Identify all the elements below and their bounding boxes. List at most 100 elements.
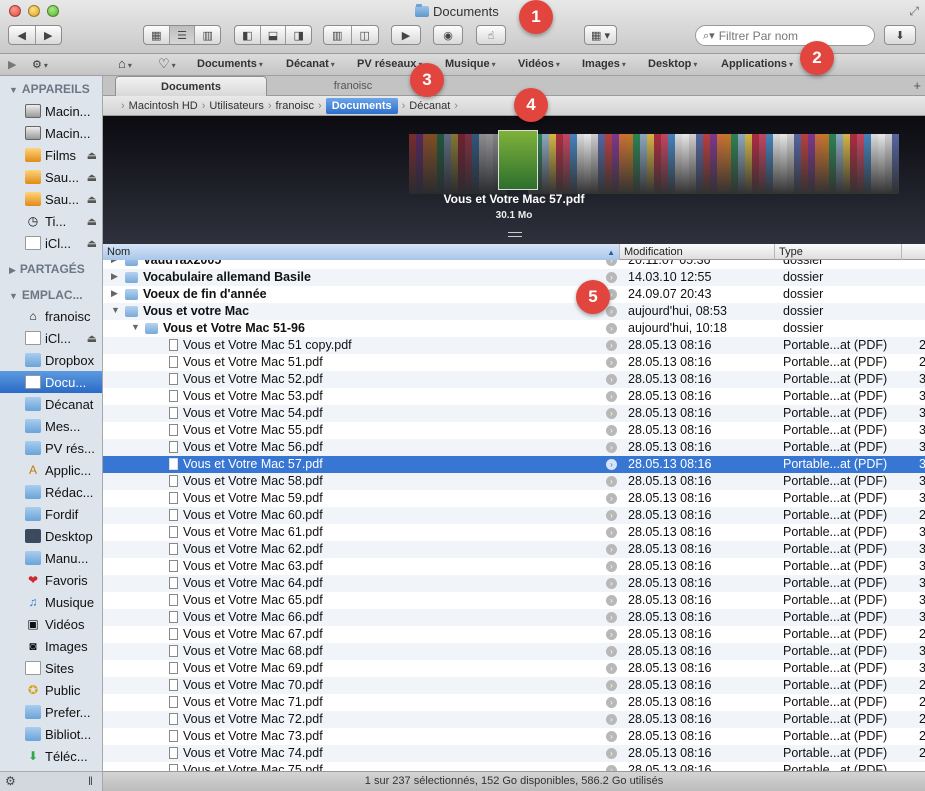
sidebar-item-icloud-device[interactable]: iCl... ⏏	[0, 232, 102, 254]
table-row[interactable]: ▶ Voeux de fin d'année › 24.09.07 20:43 doss…	[103, 286, 925, 303]
sidebar-item-mes[interactable]: Mes...	[0, 415, 102, 437]
table-row[interactable]: Vous et Votre Mac 53.pdf › 28.05.13 08:16 P…	[103, 388, 925, 405]
breadcrumb-item[interactable]: › Décanat ›	[398, 100, 462, 112]
column-header-modified[interactable]: Modification	[620, 244, 775, 260]
reveal-arrow-icon[interactable]: ›	[606, 391, 617, 402]
search-input[interactable]	[718, 28, 859, 43]
dual-pane-button[interactable]: ◫	[352, 26, 379, 44]
sidebar-section-shared[interactable]: ▶ PARTAGÉS	[9, 262, 85, 276]
disclosure-open-icon[interactable]: ▼	[111, 305, 120, 315]
fav-item-pv-reseaux[interactable]: PV réseaux▾	[357, 58, 422, 70]
table-row[interactable]: Vous et Votre Mac 67.pdf › 28.05.13 08:16 P…	[103, 626, 925, 643]
table-row[interactable]: ▶ Vocabulaire allemand Basile › 14.03.10 12…	[103, 269, 925, 286]
reveal-arrow-icon[interactable]: ›	[606, 476, 617, 487]
sidebar-item-decanat[interactable]: Décanat	[0, 393, 102, 415]
table-row[interactable]: ▶ VaudTax2005 › 20.11.07 05:36 dossier	[103, 260, 925, 269]
table-row[interactable]: Vous et Votre Mac 51 copy.pdf › 28.05.13 0…	[103, 337, 925, 354]
reveal-arrow-icon[interactable]: ›	[606, 493, 617, 504]
table-row[interactable]: Vous et Votre Mac 52.pdf › 28.05.13 08:16 P…	[103, 371, 925, 388]
reveal-arrow-icon[interactable]: ›	[606, 459, 617, 470]
coverflow-preview[interactable]: Vous et Votre Mac 57.pdf 30.1 Mo	[103, 116, 925, 244]
resize-grip-icon[interactable]	[508, 232, 522, 237]
table-row[interactable]: Vous et Votre Mac 60.pdf › 28.05.13 08:16 P…	[103, 507, 925, 524]
disclosure-closed-icon[interactable]: ▶	[111, 288, 118, 299]
icon-view-button[interactable]: ▦	[144, 26, 170, 44]
sidebar-item-dropbox[interactable]: Dropbox	[0, 349, 102, 371]
reveal-arrow-icon[interactable]: ›	[606, 306, 617, 317]
reveal-arrow-icon[interactable]: ›	[606, 408, 617, 419]
breadcrumb-item[interactable]: › franoisc ›	[264, 100, 326, 112]
table-row[interactable]: Vous et Votre Mac 61.pdf › 28.05.13 08:16 P…	[103, 524, 925, 541]
table-row[interactable]: Vous et Votre Mac 59.pdf › 28.05.13 08:16 P…	[103, 490, 925, 507]
action-button[interactable]: ☝	[476, 25, 506, 45]
reveal-arrow-icon[interactable]: ›	[606, 425, 617, 436]
fav-item-images[interactable]: Images ▾	[582, 58, 626, 70]
search-field[interactable]: ⌕▾	[695, 25, 875, 46]
table-row[interactable]: Vous et Votre Mac 62.pdf › 28.05.13 08:16 P…	[103, 541, 925, 558]
back-button[interactable]: ◀	[9, 26, 36, 44]
reveal-arrow-icon[interactable]: ›	[606, 748, 617, 759]
table-row[interactable]: Vous et Votre Mac 56.pdf › 28.05.13 08:16 P…	[103, 439, 925, 456]
reveal-arrow-icon[interactable]: ›	[606, 612, 617, 623]
table-row[interactable]: ▼ Vous et Votre Mac 51-96 › aujourd'hui, 10…	[103, 320, 925, 337]
reveal-arrow-icon[interactable]: ›	[606, 357, 617, 368]
table-row[interactable]: Vous et Votre Mac 55.pdf › 28.05.13 08:16 P…	[103, 422, 925, 439]
breadcrumb-item-current[interactable]: Documents	[325, 97, 398, 114]
table-row[interactable]: ▼ Vous et votre Mac › aujourd'hui, 08:53 dos…	[103, 303, 925, 320]
reveal-arrow-icon[interactable]: ›	[606, 260, 617, 266]
table-row[interactable]: Vous et Votre Mac 54.pdf › 28.05.13 08:16 P…	[103, 405, 925, 422]
table-row[interactable]: Vous et Votre Mac 51.pdf › 28.05.13 08:16 P…	[103, 354, 925, 371]
reveal-arrow-icon[interactable]: ›	[606, 442, 617, 453]
sidebar-item-icloud[interactable]: iCl... ⏏	[0, 327, 102, 349]
table-row[interactable]: Vous et Votre Mac 70.pdf › 28.05.13 08:16 P…	[103, 677, 925, 694]
column-header-extra[interactable]	[902, 244, 925, 260]
fav-item-decanat[interactable]: Décanat ▾	[286, 58, 335, 70]
coverflow-button[interactable]: ▥	[324, 26, 352, 44]
table-row[interactable]: Vous et Votre Mac 57.pdf › 28.05.13 08:16 P…	[103, 456, 925, 473]
sidebar-left-button[interactable]: ◧	[235, 26, 261, 44]
arrange-menu-button[interactable]: ▦ ▾	[584, 25, 617, 45]
eject-icon[interactable]: ⏏	[87, 237, 97, 250]
sidebar-item-home[interactable]: ⌂ franoisc	[0, 305, 102, 327]
sidebar-item-films[interactable]: Films ⏏	[0, 144, 102, 166]
reveal-arrow-icon[interactable]: ›	[606, 714, 617, 725]
column-view-button[interactable]: ▥	[195, 26, 220, 44]
sidebar-section-places[interactable]: ▼ EMPLAC...	[9, 288, 83, 302]
cover-selected-thumbnail[interactable]	[498, 130, 538, 190]
table-row[interactable]: Vous et Votre Mac 72.pdf › 28.05.13 08:16 P…	[103, 711, 925, 728]
play-icon[interactable]: ▶	[8, 58, 16, 71]
tab-franoisc[interactable]: franoisc	[283, 76, 423, 96]
table-row[interactable]: Vous et Votre Mac 63.pdf › 28.05.13 08:16 P…	[103, 558, 925, 575]
table-row[interactable]: Vous et Votre Mac 74.pdf › 28.05.13 08:16 P…	[103, 745, 925, 762]
breadcrumb-item[interactable]: › Utilisateurs	[198, 100, 264, 112]
table-row[interactable]: Vous et Votre Mac 66.pdf › 28.05.13 08:16 P…	[103, 609, 925, 626]
eject-icon[interactable]: ⏏	[87, 215, 97, 228]
sidebar-section-devices[interactable]: ▼ APPAREILS	[9, 82, 90, 96]
sidebar-item-public[interactable]: ✪ Public	[0, 679, 102, 701]
sidebar-item-preferences[interactable]: Prefer...	[0, 701, 102, 723]
sidebar-item-macintosh-2[interactable]: Macin...	[0, 122, 102, 144]
eject-icon[interactable]: ⏏	[87, 332, 97, 345]
sidebar-item-bibliotheque[interactable]: Bibliot...	[0, 723, 102, 745]
column-header-name[interactable]: Nom ▲	[103, 244, 620, 260]
gear-menu-button[interactable]: ⚙ ▾	[32, 58, 48, 71]
breadcrumb-item[interactable]: › Macintosh HD	[117, 100, 198, 112]
table-row[interactable]: Vous et Votre Mac 69.pdf › 28.05.13 08:16 P…	[103, 660, 925, 677]
add-tab-icon[interactable]: +	[913, 78, 921, 93]
reveal-arrow-icon[interactable]: ›	[606, 561, 617, 572]
disclosure-closed-icon[interactable]: ▶	[111, 260, 118, 265]
sidebar-item-fordif[interactable]: Fordif	[0, 503, 102, 525]
sidebar-item-favoris[interactable]: ❤ Favoris	[0, 569, 102, 591]
sidebar-right-button[interactable]: ◨	[286, 26, 311, 44]
split-bottom-button[interactable]: ⬓	[261, 26, 287, 44]
close-window-button[interactable]	[9, 5, 21, 17]
fav-item-applications[interactable]: Applications ▾	[721, 58, 793, 70]
list-view-button[interactable]: ☰	[169, 26, 196, 44]
sidebar-item-sau-2[interactable]: Sau... ⏏	[0, 188, 102, 210]
gear-icon[interactable]: ⚙	[5, 774, 16, 788]
reveal-arrow-icon[interactable]: ›	[606, 374, 617, 385]
disclosure-closed-icon[interactable]: ▶	[111, 271, 118, 282]
sidebar-item-macintosh-1[interactable]: Macin...	[0, 100, 102, 122]
disclosure-open-icon[interactable]: ▼	[131, 322, 140, 332]
table-row[interactable]: Vous et Votre Mac 58.pdf › 28.05.13 08:16 P…	[103, 473, 925, 490]
